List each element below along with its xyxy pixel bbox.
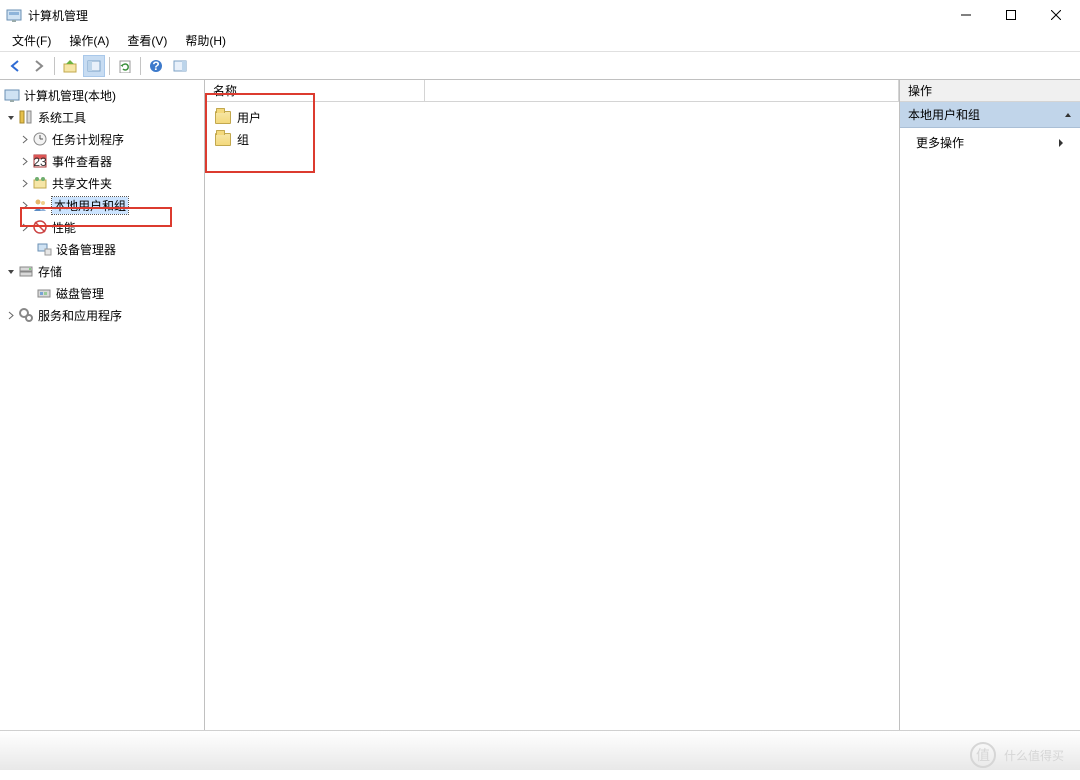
watermark-text: 什么值得买	[1004, 747, 1064, 764]
expand-icon[interactable]	[18, 157, 32, 166]
actions-section-label: 本地用户和组	[908, 106, 980, 123]
tree-disk-management[interactable]: 磁盘管理	[2, 282, 202, 304]
window-title: 计算机管理	[28, 7, 88, 24]
tree-local-users-groups[interactable]: 本地用户和组	[2, 194, 202, 216]
svg-text:23: 23	[33, 155, 47, 169]
actions-item-label: 更多操作	[916, 134, 964, 151]
shared-folders-icon	[32, 175, 48, 191]
titlebar: 计算机管理	[0, 0, 1080, 30]
up-button[interactable]	[59, 55, 81, 77]
tree-event-viewer[interactable]: 23 事件查看器	[2, 150, 202, 172]
expand-icon[interactable]	[18, 135, 32, 144]
tree-shared-folders[interactable]: 共享文件夹	[2, 172, 202, 194]
tree-label: 系统工具	[38, 109, 86, 126]
column-header-blank[interactable]	[425, 80, 899, 101]
computer-management-icon	[4, 87, 20, 103]
toolbar: ?	[0, 52, 1080, 80]
actions-section-header[interactable]: 本地用户和组	[900, 102, 1080, 128]
event-viewer-icon: 23	[32, 153, 48, 169]
close-button[interactable]	[1033, 1, 1078, 30]
list-item-label: 用户	[237, 109, 261, 126]
tree-label: 共享文件夹	[52, 175, 112, 192]
tree-view[interactable]: 计算机管理(本地) 系统工具 任务计划程序 23 事件查看器 共享文件夹 本地用…	[0, 80, 205, 730]
expand-icon[interactable]	[18, 179, 32, 188]
expand-icon[interactable]	[18, 201, 32, 210]
tree-label: 性能	[52, 219, 76, 236]
list-item-label: 组	[237, 131, 249, 148]
collapse-triangle-icon	[1064, 111, 1072, 119]
menu-help[interactable]: 帮助(H)	[177, 30, 234, 51]
content-area: 计算机管理(本地) 系统工具 任务计划程序 23 事件查看器 共享文件夹 本地用…	[0, 80, 1080, 730]
expand-icon[interactable]	[18, 223, 32, 232]
collapse-icon[interactable]	[4, 267, 18, 276]
tree-label: 磁盘管理	[56, 285, 104, 302]
menu-file[interactable]: 文件(F)	[4, 30, 59, 51]
tree-storage[interactable]: 存储	[2, 260, 202, 282]
help-button[interactable]: ?	[145, 55, 167, 77]
disk-management-icon	[36, 285, 52, 301]
services-icon	[18, 307, 34, 323]
clock-icon	[32, 131, 48, 147]
tree-label: 计算机管理(本地)	[24, 87, 116, 104]
tree-label: 事件查看器	[52, 153, 112, 170]
maximize-button[interactable]	[988, 1, 1033, 30]
column-header-name[interactable]: 名称	[205, 80, 425, 101]
menu-action[interactable]: 操作(A)	[61, 30, 117, 51]
actions-more[interactable]: 更多操作	[900, 128, 1080, 157]
storage-icon	[18, 263, 34, 279]
forward-button[interactable]	[28, 55, 50, 77]
back-button[interactable]	[4, 55, 26, 77]
minimize-button[interactable]	[943, 1, 988, 30]
users-groups-icon	[32, 197, 48, 213]
actions-pane-title: 操作	[900, 80, 1080, 102]
tree-task-scheduler[interactable]: 任务计划程序	[2, 128, 202, 150]
separator-icon	[54, 57, 55, 75]
separator-icon	[109, 57, 110, 75]
tree-performance[interactable]: 性能	[2, 216, 202, 238]
watermark-badge: 值	[970, 742, 996, 768]
submenu-arrow-icon	[1058, 138, 1064, 148]
app-icon	[6, 7, 22, 23]
menu-view[interactable]: 查看(V)	[119, 30, 175, 51]
tree-root[interactable]: 计算机管理(本地)	[2, 84, 202, 106]
list-view[interactable]: 名称 用户 组	[205, 80, 899, 730]
tree-label: 任务计划程序	[52, 131, 124, 148]
show-hide-tree-button[interactable]	[83, 55, 105, 77]
tree-label: 设备管理器	[56, 241, 116, 258]
list-item-users[interactable]: 用户	[211, 106, 893, 128]
menubar: 文件(F) 操作(A) 查看(V) 帮助(H)	[0, 30, 1080, 52]
list-item-groups[interactable]: 组	[211, 128, 893, 150]
tree-label: 本地用户和组	[52, 197, 128, 214]
expand-icon[interactable]	[4, 311, 18, 320]
tree-device-manager[interactable]: 设备管理器	[2, 238, 202, 260]
tree-label: 存储	[38, 263, 62, 280]
svg-text:?: ?	[152, 59, 159, 73]
tree-services-apps[interactable]: 服务和应用程序	[2, 304, 202, 326]
device-manager-icon	[36, 241, 52, 257]
list-header: 名称	[205, 80, 899, 102]
actions-pane: 操作 本地用户和组 更多操作	[900, 80, 1080, 730]
performance-icon	[32, 219, 48, 235]
tree-system-tools[interactable]: 系统工具	[2, 106, 202, 128]
folder-icon	[215, 133, 231, 146]
collapse-icon[interactable]	[4, 113, 18, 122]
center-pane: 名称 用户 组	[205, 80, 900, 730]
refresh-button[interactable]	[114, 55, 136, 77]
footer-gradient	[0, 730, 1080, 770]
watermark: 值 什么值得买	[970, 742, 1064, 768]
show-hide-action-pane-button[interactable]	[169, 55, 191, 77]
separator-icon	[140, 57, 141, 75]
system-tools-icon	[18, 109, 34, 125]
tree-label: 服务和应用程序	[38, 307, 122, 324]
folder-icon	[215, 111, 231, 124]
